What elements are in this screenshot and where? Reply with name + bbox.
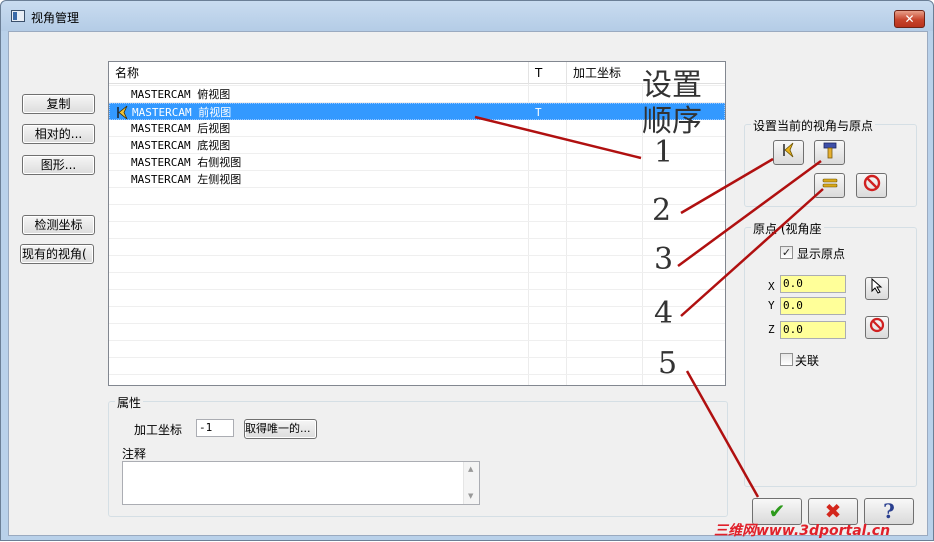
annotation-title-line2: 顺序 bbox=[642, 104, 702, 139]
annotation-number-2: 2 bbox=[652, 193, 672, 228]
annotation-number-5: 5 bbox=[658, 346, 678, 381]
annotation-number-3: 3 bbox=[654, 242, 674, 277]
annotation-line-5 bbox=[685, 370, 760, 498]
annotation-number-1: 1 bbox=[654, 135, 674, 170]
dialog-window: 视角管理 ✕ 复制 相对的... 图形... 检测坐标 现有的视角( 名称 T … bbox=[0, 0, 934, 541]
annotation-title-line1: 设置 bbox=[642, 68, 702, 103]
annotation-lines bbox=[474, 115, 824, 498]
annotation-line-3 bbox=[677, 159, 822, 268]
annotation-line-1 bbox=[474, 115, 642, 160]
watermark: 三维网www.3dportal.cn bbox=[714, 523, 891, 539]
annotation-line-4 bbox=[680, 188, 824, 317]
annotation-number-4: 4 bbox=[654, 296, 674, 331]
